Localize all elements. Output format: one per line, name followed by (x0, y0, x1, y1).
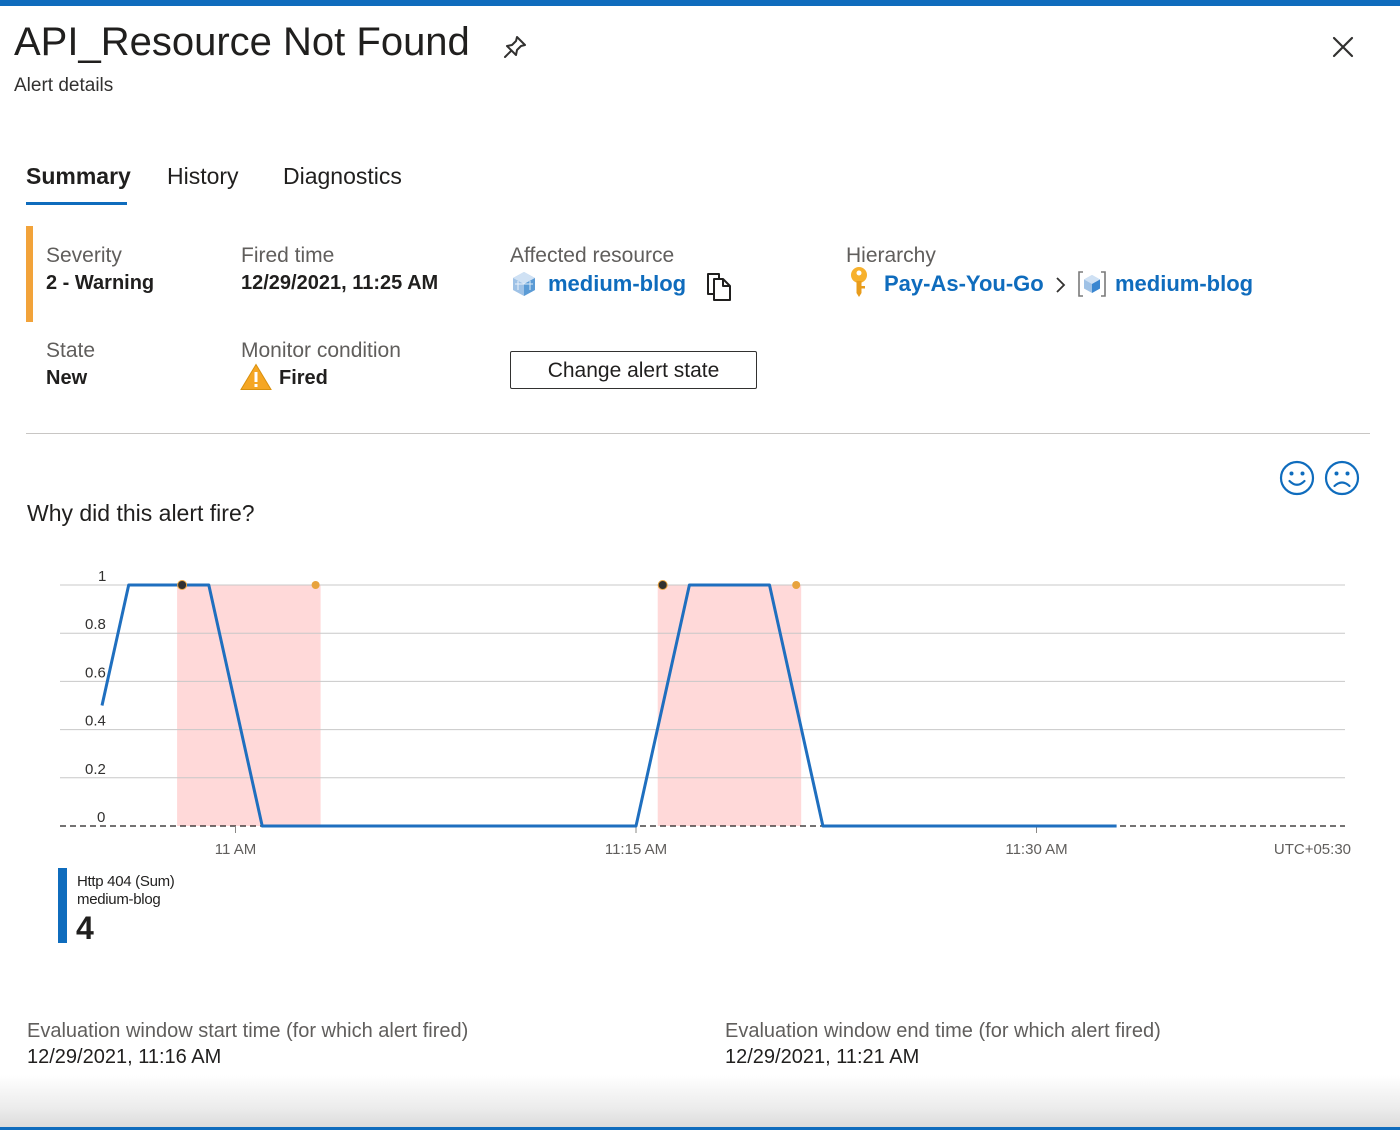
legend-value: 4 (76, 910, 94, 946)
bottom-shadow (0, 1075, 1400, 1130)
severity-value: 2 - Warning (46, 272, 155, 294)
tab-summary[interactable]: Summary (26, 163, 131, 190)
top-accent-bar (0, 0, 1400, 6)
y-tick-label-4: 0.8 (85, 616, 106, 633)
window-end-marker-1 (311, 581, 320, 589)
x-tick-label-0: 11 AM (215, 841, 256, 858)
smile-feedback-icon[interactable] (1279, 460, 1315, 496)
page-title: API_Resource Not Found (14, 20, 470, 64)
y-tick-label-3: 0.6 (85, 664, 106, 681)
y-tick-label-1: 0.2 (85, 761, 106, 778)
hierarchy-subscription-link[interactable]: Pay-As-You-Go (884, 271, 1044, 297)
legend-resource-name: medium-blog (77, 891, 161, 908)
fired-time-label: Fired time (241, 244, 335, 267)
timezone-label: UTC+05:30 (1274, 841, 1351, 858)
fired-window-1 (177, 585, 321, 826)
close-icon[interactable] (1326, 30, 1360, 64)
window-start-marker-2 (657, 580, 668, 590)
hierarchy-label: Hierarchy (846, 244, 936, 267)
legend-metric-name: Http 404 (Sum) (77, 873, 175, 890)
eval-start-value: 12/29/2021, 11:16 AM (27, 1046, 222, 1068)
window-start-marker-1 (177, 580, 188, 590)
alert-metric-chart: 0 0.2 0.4 0.6 0.8 1 11 AM 11:15 AM 11:30 AM UTC+0… (60, 568, 1351, 858)
pin-icon[interactable] (500, 32, 530, 62)
tab-diagnostics[interactable]: Diagnostics (283, 163, 402, 190)
active-tab-indicator (26, 202, 127, 205)
severity-accent-bar (26, 226, 33, 322)
eval-start-label: Evaluation window start time (for which … (27, 1020, 469, 1042)
monitor-condition-value: Fired (279, 367, 328, 389)
page-subtitle: Alert details (14, 75, 114, 96)
monitor-condition-label: Monitor condition (241, 339, 401, 362)
fired-window-2 (657, 585, 802, 826)
hierarchy-resource-link[interactable]: medium-blog (1115, 271, 1253, 297)
eval-end-value: 12/29/2021, 11:21 AM (725, 1046, 920, 1068)
state-label: State (46, 339, 96, 362)
app-service-icon (513, 272, 535, 296)
y-tick-label-5: 1 (98, 568, 106, 585)
why-alert-fired-title: Why did this alert fire? (27, 500, 255, 526)
section-divider (26, 433, 1370, 434)
chevron-right-icon (1056, 277, 1066, 293)
warning-icon (240, 363, 272, 390)
change-alert-state-button[interactable]: Change alert state (510, 351, 757, 389)
affected-resource-label: Affected resource (510, 244, 675, 267)
tab-history[interactable]: History (167, 163, 239, 190)
window-end-marker-2 (792, 581, 801, 589)
y-tick-label-2: 0.4 (85, 713, 106, 730)
eval-end-label: Evaluation window end time (for which al… (725, 1020, 1161, 1042)
x-tick-label-1: 11:15 AM (605, 841, 667, 858)
resource-group-icon (1078, 271, 1106, 297)
y-tick-label-0: 0 (97, 809, 105, 826)
fired-time-value: 12/29/2021, 11:25 AM (241, 272, 439, 294)
key-icon (851, 267, 867, 297)
x-tick-label-2: 11:30 AM (1005, 841, 1067, 858)
copy-icon[interactable] (705, 272, 733, 302)
affected-resource-link[interactable]: medium-blog (548, 271, 686, 297)
state-value: New (46, 367, 88, 389)
legend-color-bar (58, 868, 67, 943)
frown-feedback-icon[interactable] (1324, 460, 1360, 496)
severity-label: Severity (46, 244, 122, 267)
